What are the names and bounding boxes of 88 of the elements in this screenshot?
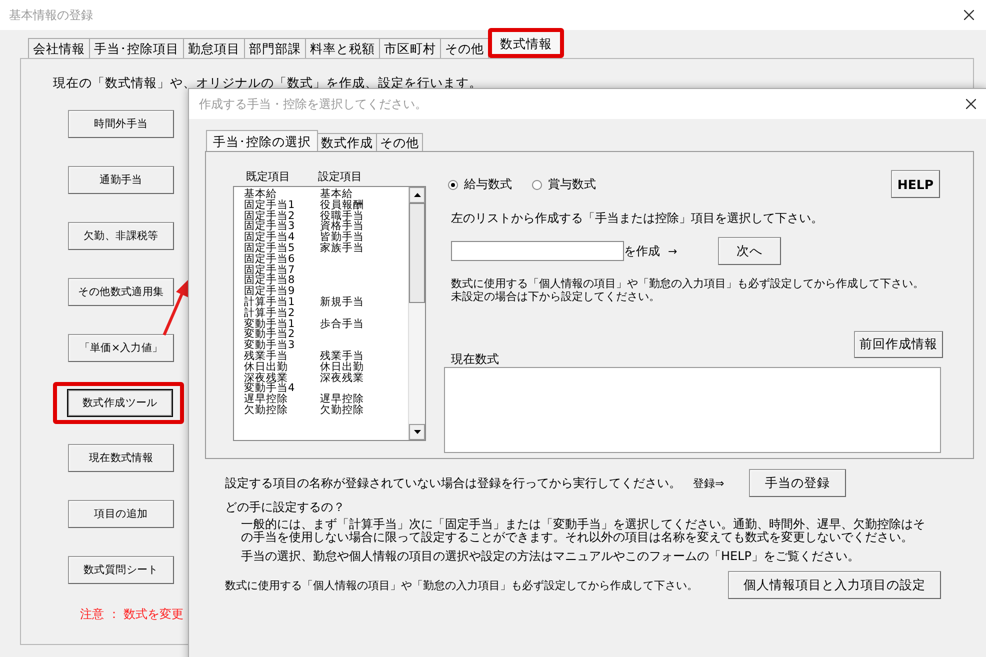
list-item[interactable]: 残業手当: [244, 350, 320, 362]
side-button[interactable]: その他数式適用集: [68, 278, 174, 306]
tab[interactable]: その他: [376, 133, 423, 151]
list-item[interactable]: 深夜残業: [244, 372, 320, 384]
side-button[interactable]: 時間外手当: [68, 110, 174, 138]
list-item[interactable]: 遅早控除: [320, 394, 364, 405]
list-item[interactable]: 計算手当1: [244, 296, 320, 308]
side-button[interactable]: 現在数式情報: [68, 444, 174, 472]
close-icon[interactable]: [964, 10, 974, 20]
down-triangle-icon: [414, 430, 420, 434]
question-text: どの手に設定するの？: [225, 499, 346, 516]
tab[interactable]: その他: [440, 38, 489, 58]
list-item[interactable]: 皆勤手当: [320, 232, 364, 243]
tab[interactable]: 料率と税額: [305, 38, 380, 58]
register-text: 設定する項目の名称が登録されていない場合は登録を行ってから実行してください。: [225, 474, 681, 492]
list-item[interactable]: 固定手当7: [244, 264, 320, 276]
list-item[interactable]: 変動手当4: [244, 383, 320, 394]
settings-button[interactable]: 個人情報項目と入力項目の設定: [728, 571, 941, 599]
list-item[interactable]: 歩合手当: [320, 318, 364, 330]
list-item[interactable]: 変動手当3: [244, 340, 320, 351]
arrow-text: →: [668, 244, 678, 258]
radio-button[interactable]: 給与数式: [448, 176, 512, 193]
list-item[interactable]: 深夜残業: [320, 372, 364, 384]
list-item[interactable]: 固定手当9: [244, 286, 320, 297]
list-item[interactable]: 固定手当1: [244, 200, 320, 211]
list-item[interactable]: 休日出勤: [320, 362, 364, 373]
list-item[interactable]: 遅早控除: [244, 394, 320, 405]
dialog-title: 作成する手当・控除を選択してください。: [199, 96, 427, 112]
column-header: 設定項目: [318, 170, 362, 184]
previous-info-button[interactable]: 前回作成情報: [854, 331, 943, 358]
formula-label: 現在数式: [451, 352, 500, 366]
create-label: を作成: [624, 242, 660, 260]
scroll-down-button[interactable]: [409, 424, 425, 440]
window-title: 基本情報の登録: [9, 6, 93, 24]
tab[interactable]: 勤怠項目: [183, 38, 245, 58]
tab[interactable]: 数式情報: [488, 28, 564, 58]
register-arrow-text: 登録⇒: [693, 476, 726, 490]
list-item[interactable]: 固定手当2: [244, 210, 320, 222]
tab[interactable]: 部門部課: [244, 38, 306, 58]
column-header: 既定項目: [246, 170, 290, 184]
side-button[interactable]: 欠勤、非課税等: [68, 222, 174, 250]
note-text: 数式に使用する「個人情報の項目」や「勤怠の入力項目」も必ず設定してから作成して下さい。: [225, 578, 698, 592]
side-button[interactable]: 項目の追加: [68, 500, 174, 528]
tab[interactable]: 手当･控除項目: [89, 38, 184, 58]
list-item[interactable]: 資格手当: [320, 221, 364, 232]
manual-note-text: 手当の選択、勤怠や個人情報の項目の選択や設定の方法はマニュアルやこのフォームの「HELP」をご覧ください。: [241, 548, 861, 565]
side-button[interactable]: 数式質問シート: [68, 556, 174, 584]
list-item[interactable]: 固定手当6: [244, 254, 320, 265]
list-item[interactable]: 欠勤控除: [244, 404, 320, 416]
list-item[interactable]: 役職手当: [320, 210, 364, 222]
warning-text: 注意 ： 数式を変更: [80, 606, 184, 623]
list-item[interactable]: 休日出勤: [244, 362, 320, 373]
list-item[interactable]: 固定手当5: [244, 242, 320, 254]
instruction-text: 左のリストから作成する「手当または控除」項目を選択して下さい。: [451, 210, 824, 227]
side-button[interactable]: 通勤手当: [68, 166, 174, 194]
radio-button[interactable]: 賞与数式: [532, 176, 596, 193]
list-box[interactable]: 基本給 基本給 固定手当1 役員報酬 固定手当2 役職手当 固定手当3 資格手当 固定手当4 皆勤手当 固定手当5 家族手当 固定手当6 固定手当7 固定手当8 固定手当9 計算手当1 新規手当 計算手当2 変動手当1 歩合手当 変動手当2 変動手当3 残業手当 残業手当 休日出勤 休日出勤 深夜残業 深夜残業 変動手当4 遅早控除 遅早控除 欠勤控除 欠勤控除: [233, 186, 426, 441]
tab[interactable]: 手当･控除の選択: [206, 130, 318, 151]
side-button[interactable]: 数式作成ツール: [67, 389, 173, 417]
explanation-text: 一般的には、まず「計算手当」次に「固定手当」または「変動手当」を選択してください。通勤、時間外、遅早、欠勤控除はその手当を使用しない場合に限って設定することができます。それ以外の項目は名称を変えても数式を変更しないでください。: [241, 518, 926, 544]
register-button[interactable]: 手当の登録: [749, 469, 846, 497]
list-item[interactable]: 変動手当2: [244, 329, 320, 340]
side-button[interactable]: 「単価×入力値」: [68, 334, 174, 362]
help-button[interactable]: HELP: [891, 170, 940, 198]
next-button[interactable]: 次へ: [718, 237, 781, 265]
list-item[interactable]: 固定手当8: [244, 275, 320, 286]
note-text: 数式に使用する「個人情報の項目」や「勤怠の入力項目」も必ず設定してから作成して下さい。: [451, 277, 925, 290]
list-item[interactable]: 欠勤控除: [320, 404, 364, 416]
tab[interactable]: 会社情報: [28, 38, 90, 58]
list-item[interactable]: 新規手当: [320, 296, 364, 308]
close-icon[interactable]: [966, 99, 976, 109]
list-item[interactable]: 残業手当: [320, 350, 364, 362]
list-item[interactable]: 固定手当3: [244, 221, 320, 232]
up-triangle-icon: [414, 193, 420, 197]
list-item[interactable]: 役員報酬: [320, 200, 364, 211]
list-item[interactable]: 計算手当2: [244, 308, 320, 319]
tab[interactable]: 数式作成: [317, 133, 377, 151]
scroll-up-button[interactable]: [409, 187, 425, 203]
list-item[interactable]: 基本給: [244, 189, 320, 200]
tab[interactable]: 市区町村: [379, 38, 441, 58]
list-item[interactable]: 家族手当: [320, 242, 364, 254]
input-field[interactable]: [451, 241, 624, 261]
list-item[interactable]: 基本給: [320, 189, 353, 200]
list-item[interactable]: 変動手当1: [244, 318, 320, 330]
formula-box[interactable]: [444, 367, 941, 453]
note-text: 未設定の場合は下から設定してください。: [451, 290, 661, 303]
list-item[interactable]: 固定手当4: [244, 232, 320, 243]
scrollbar[interactable]: [408, 187, 425, 440]
